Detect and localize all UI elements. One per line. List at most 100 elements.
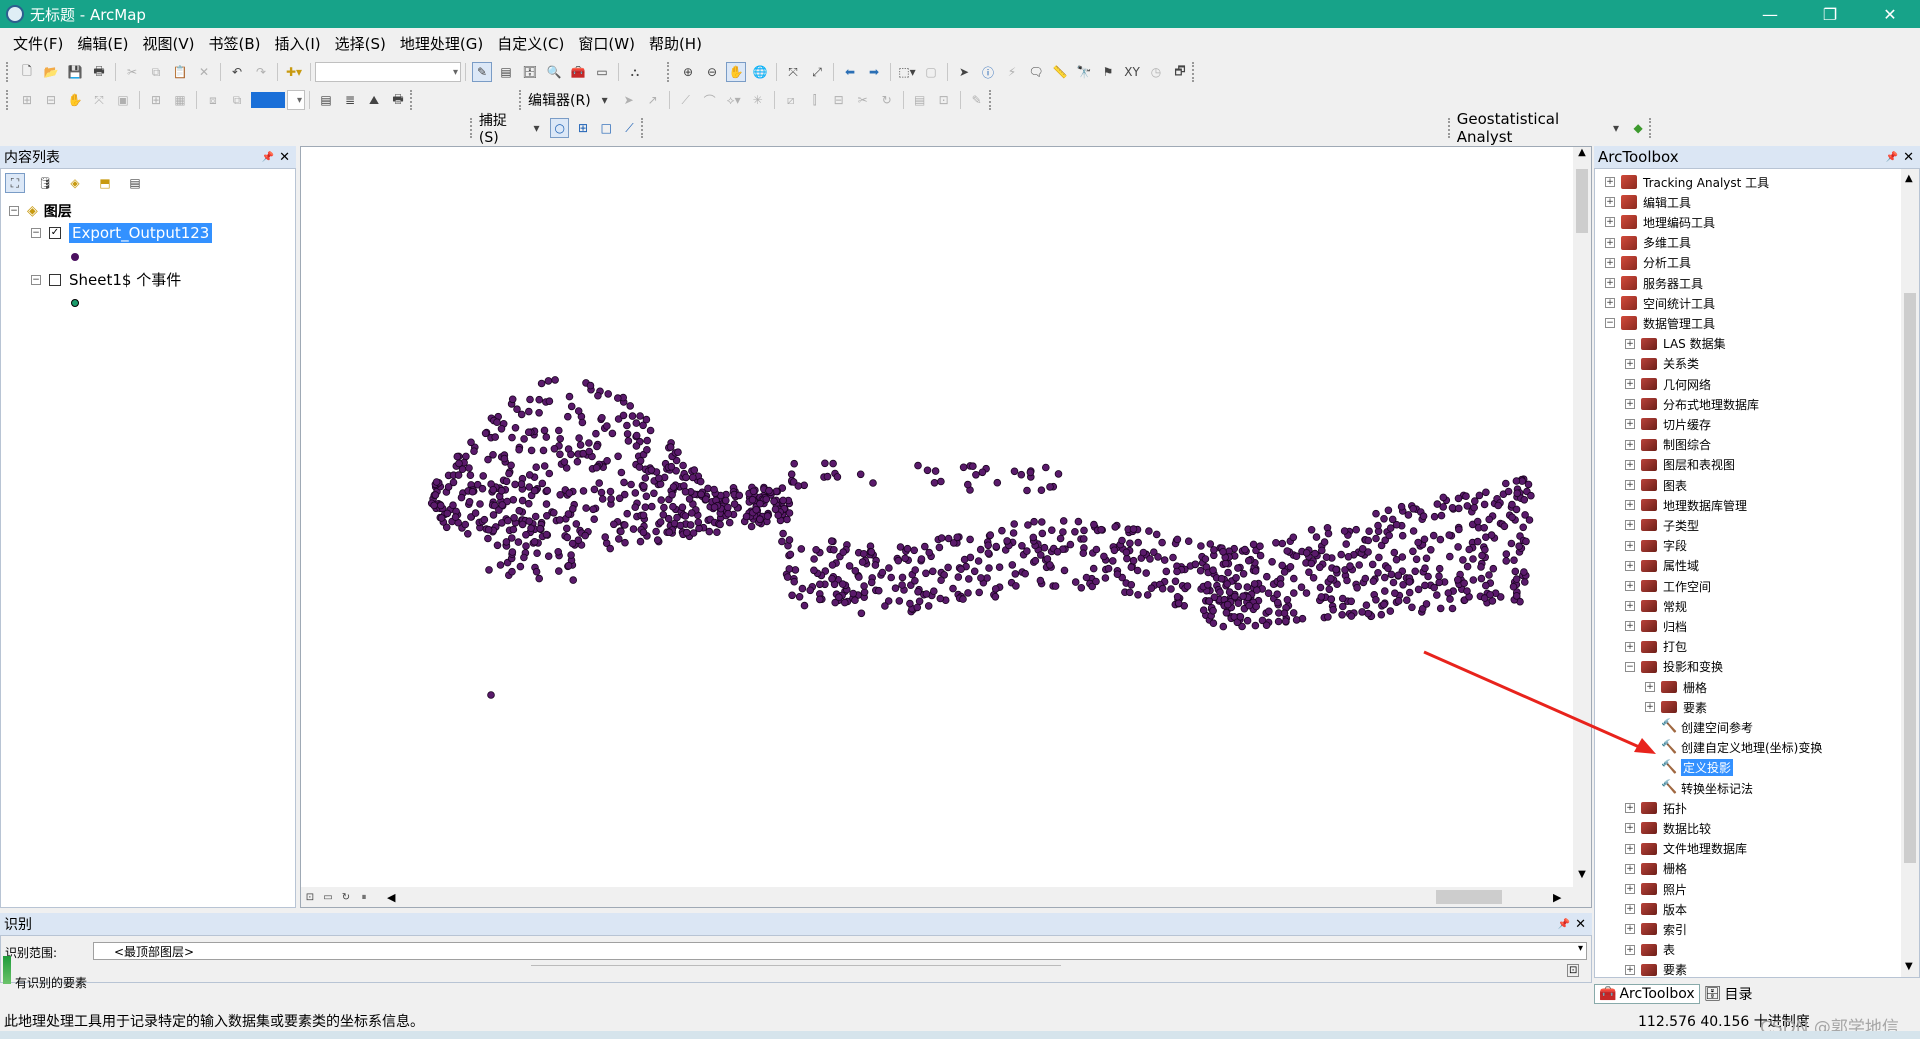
map-point[interactable]: [1510, 556, 1518, 565]
select-elements-icon[interactable]: ➤: [954, 62, 974, 82]
map-point[interactable]: [977, 574, 985, 582]
map-point[interactable]: [1429, 531, 1438, 540]
map-point[interactable]: [1217, 574, 1226, 583]
map-point[interactable]: [525, 471, 534, 479]
reshape-icon[interactable]: ⫿: [805, 90, 825, 110]
map-point[interactable]: [1509, 582, 1518, 591]
map-point[interactable]: [508, 433, 516, 442]
map-point[interactable]: [724, 509, 733, 518]
scroll-up-button[interactable]: ▲: [1573, 147, 1591, 165]
toolbar-grip[interactable]: [6, 62, 11, 82]
toolset-item[interactable]: + 拓扑: [1625, 799, 1687, 817]
map-point[interactable]: [1385, 531, 1393, 540]
map-point[interactable]: [679, 461, 687, 470]
delete-icon[interactable]: ✕: [194, 62, 214, 82]
editor-toolbar-icon[interactable]: ✎: [472, 62, 492, 82]
map-point[interactable]: [1463, 502, 1472, 510]
editor-menu-label[interactable]: 编辑器(R): [528, 90, 591, 110]
toolbar-grip[interactable]: [519, 90, 524, 110]
map-point[interactable]: [681, 487, 690, 496]
map-point[interactable]: [1171, 577, 1180, 586]
find-route-icon[interactable]: ⚑: [1098, 62, 1118, 82]
map-point[interactable]: [631, 503, 640, 512]
map-point[interactable]: [632, 419, 641, 427]
map-point[interactable]: [937, 477, 945, 486]
toolset-item[interactable]: + 关系类: [1625, 355, 1699, 373]
map-point[interactable]: [910, 546, 918, 555]
map-point[interactable]: [1515, 542, 1523, 551]
map-point[interactable]: [508, 548, 517, 556]
map-point[interactable]: [465, 464, 473, 472]
map-point[interactable]: [1387, 570, 1396, 579]
toolbar-grip[interactable]: [410, 90, 415, 110]
vertical-scroll-thumb[interactable]: [1576, 169, 1588, 233]
expand-icon[interactable]: +: [1625, 924, 1635, 935]
map-point[interactable]: [959, 595, 967, 603]
map-point[interactable]: [1480, 500, 1489, 509]
map-point[interactable]: [959, 463, 968, 472]
map-point[interactable]: [1320, 538, 1329, 546]
map-point[interactable]: [1409, 547, 1417, 556]
toolbox-item[interactable]: + 服务器工具: [1605, 274, 1703, 292]
map-point[interactable]: [1365, 527, 1373, 536]
expand-icon[interactable]: +: [1625, 581, 1635, 591]
map-point[interactable]: [1160, 556, 1169, 564]
map-point[interactable]: [653, 536, 662, 544]
map-point[interactable]: [1280, 609, 1289, 618]
map-point[interactable]: [1352, 525, 1360, 534]
map-point[interactable]: [642, 492, 651, 501]
map-point[interactable]: [798, 584, 807, 593]
map-point[interactable]: [810, 566, 818, 575]
redo-icon[interactable]: ↷: [251, 62, 271, 82]
map-point[interactable]: [437, 501, 445, 510]
map-point[interactable]: [1273, 590, 1281, 599]
map-point[interactable]: [516, 562, 525, 571]
map-point[interactable]: [1409, 527, 1418, 535]
map-point[interactable]: [983, 574, 991, 582]
map-point[interactable]: [1381, 573, 1389, 582]
toolset-item[interactable]: + 归档: [1625, 617, 1687, 635]
map-point[interactable]: [953, 533, 961, 542]
new-document-icon[interactable]: 🗋: [17, 62, 37, 82]
map-point[interactable]: [923, 466, 932, 475]
map-point[interactable]: [1520, 495, 1529, 504]
map-point[interactable]: [515, 506, 524, 515]
map-point[interactable]: [972, 470, 980, 479]
toolbox-scrollbar[interactable]: ▲ ▼: [1901, 169, 1919, 977]
map-point[interactable]: [1322, 553, 1331, 562]
map-point[interactable]: [623, 430, 632, 438]
map-point[interactable]: [535, 574, 544, 583]
map-point[interactable]: [597, 488, 606, 497]
map-point[interactable]: [1101, 574, 1110, 582]
layout-zoom-icon[interactable]: ⊟: [41, 90, 61, 110]
map-scale-combo[interactable]: ▾: [315, 62, 461, 82]
identify-options-icon[interactable]: ⊡: [1567, 964, 1580, 977]
map-point[interactable]: [525, 499, 533, 508]
map-point[interactable]: [1209, 606, 1217, 615]
map-point[interactable]: [676, 521, 685, 530]
map-point[interactable]: [673, 513, 681, 522]
fixed-zoom-in-icon[interactable]: ⤧: [783, 62, 803, 82]
map-point[interactable]: [860, 582, 868, 590]
map-point[interactable]: [765, 486, 773, 495]
map-point[interactable]: [1216, 588, 1224, 597]
map-point[interactable]: [642, 415, 651, 424]
map-point[interactable]: [901, 554, 909, 563]
map-point[interactable]: [1435, 564, 1444, 573]
map-point[interactable]: [556, 434, 565, 443]
map-point[interactable]: [1060, 566, 1069, 575]
toolbox-item[interactable]: + 地理编码工具: [1605, 213, 1715, 231]
map-point[interactable]: [1311, 549, 1319, 558]
zoom-in-icon[interactable]: ⊕: [678, 62, 698, 82]
expand-icon[interactable]: +: [1625, 480, 1635, 490]
map-point[interactable]: [723, 503, 732, 512]
map-point[interactable]: [887, 573, 895, 582]
map-point[interactable]: [735, 491, 744, 500]
map-point[interactable]: [1480, 523, 1488, 532]
map-point[interactable]: [574, 407, 583, 415]
map-point[interactable]: [1146, 555, 1154, 563]
fixed-zoom-out-icon[interactable]: ⤢: [807, 62, 827, 82]
map-point[interactable]: [1283, 547, 1291, 555]
map-point[interactable]: [1305, 568, 1313, 577]
map-point[interactable]: [1454, 494, 1463, 503]
